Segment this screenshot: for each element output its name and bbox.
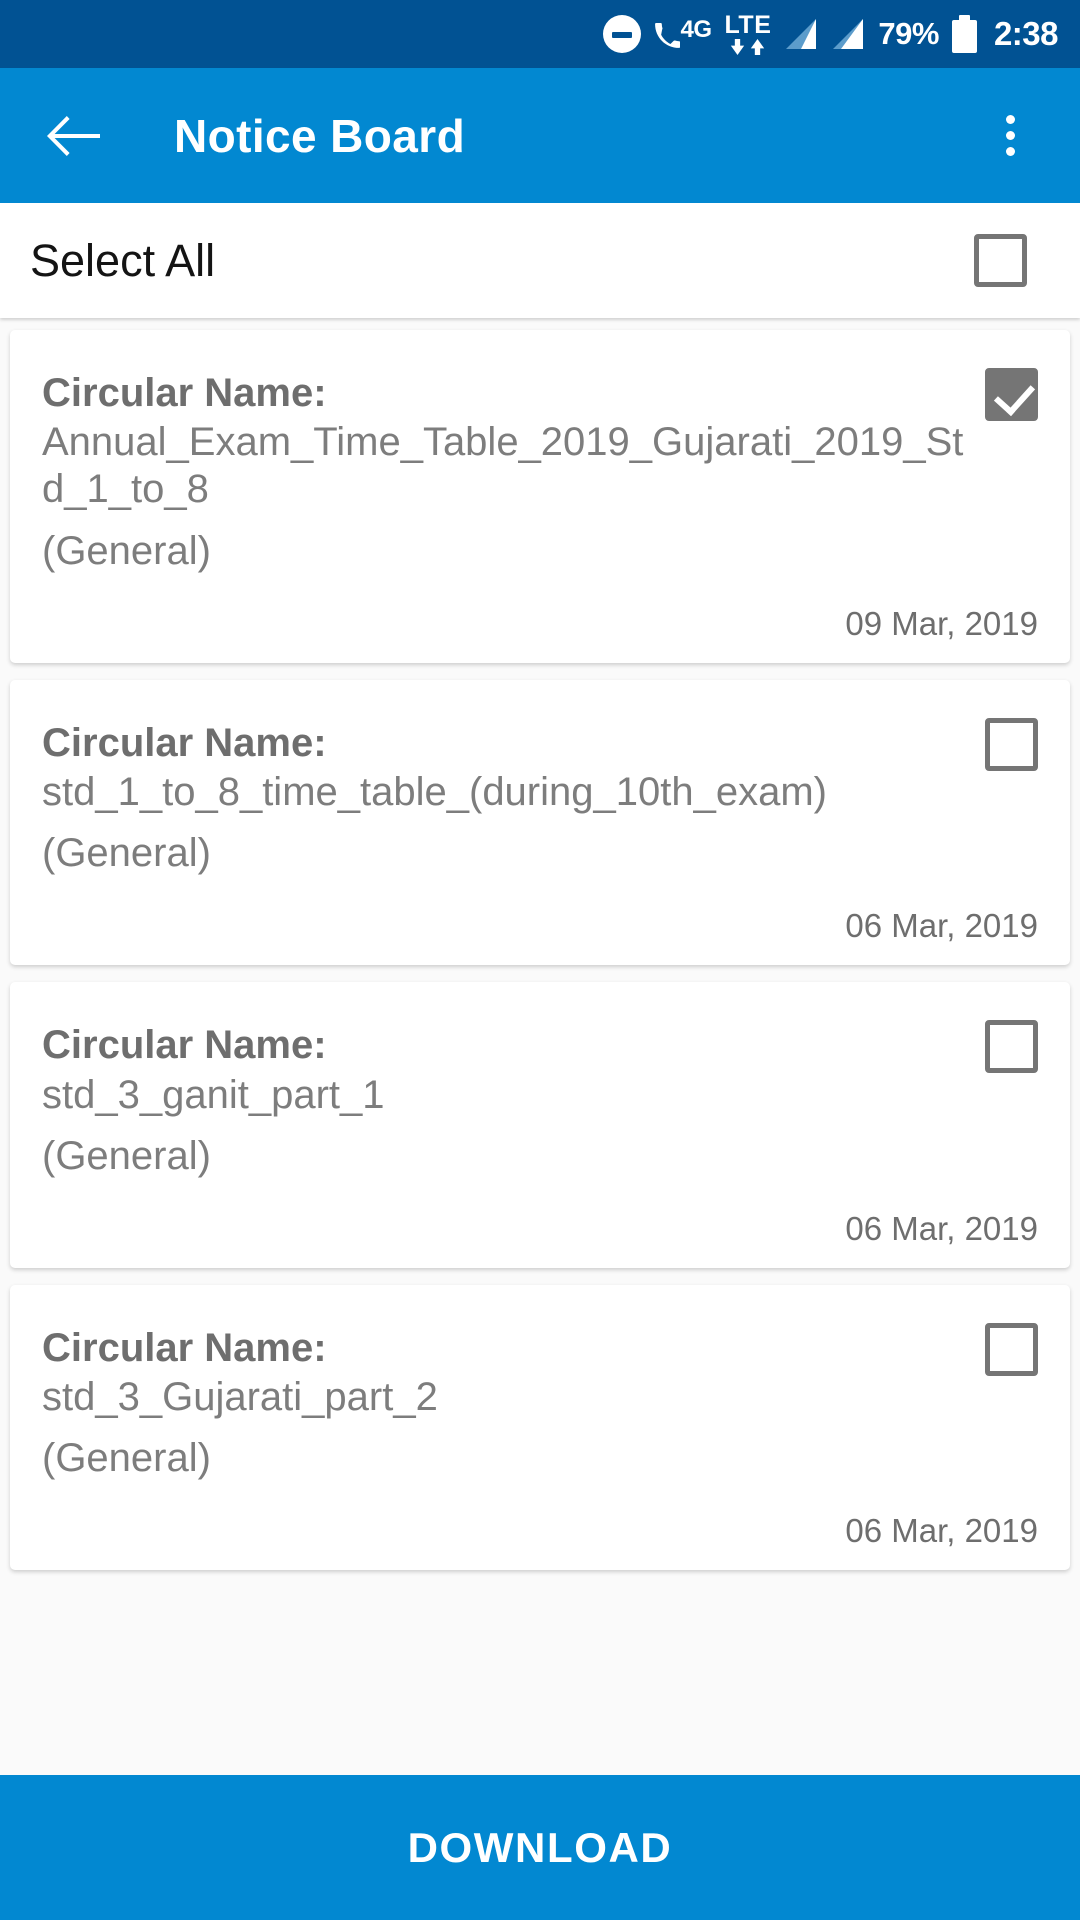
status-bar: 4G LTE 79% 2:38 — [0, 0, 1080, 68]
circular-name-label: Circular Name: — [42, 1325, 327, 1370]
circular-name-value: std_3_ganit_part_1 — [42, 1072, 385, 1117]
item-checkbox[interactable] — [985, 1322, 1038, 1376]
download-button-label: DOWNLOAD — [407, 1823, 673, 1871]
circular-name-value: std_3_Gujarati_part_2 — [42, 1375, 438, 1420]
lte-data-icon: LTE — [725, 13, 772, 55]
more-vert-icon[interactable] — [980, 101, 1040, 171]
select-all-label: Select All — [30, 234, 216, 286]
list-item[interactable]: Circular Name: std_3_Gujarati_part_2 (Ge… — [10, 1284, 1070, 1571]
page-title: Notice Board — [174, 109, 466, 162]
list-item[interactable]: Circular Name: Annual_Exam_Time_Table_20… — [10, 330, 1070, 663]
lte-label: LTE — [724, 11, 772, 39]
circular-type: (General) — [42, 831, 211, 876]
call-4g-icon: 4G — [654, 15, 713, 51]
app-bar: Notice Board — [0, 68, 1080, 203]
select-all-row[interactable]: Select All — [0, 203, 1080, 318]
circular-name-value: std_1_to_8_time_table_(during_10th_exam) — [42, 769, 827, 814]
circular-name-label: Circular Name: — [42, 1023, 327, 1068]
app-screen: 4G LTE 79% 2:38 Notice Board Select All … — [0, 0, 1080, 1920]
item-checkbox[interactable] — [985, 1020, 1038, 1074]
status-clock: 2:38 — [993, 15, 1059, 52]
item-date: 06 Mar, 2019 — [845, 1209, 1038, 1247]
signal-bars-sim1-icon — [784, 17, 818, 51]
select-all-checkbox[interactable] — [974, 234, 1027, 287]
list-item[interactable]: Circular Name: std_3_ganit_part_1 (Gener… — [10, 982, 1070, 1268]
circular-type: (General) — [42, 528, 211, 573]
notice-list: Circular Name: Annual_Exam_Time_Table_20… — [0, 318, 1080, 1775]
item-checkbox[interactable] — [985, 717, 1038, 771]
battery-icon — [951, 15, 977, 53]
list-item[interactable]: Circular Name: std_1_to_8_time_table_(du… — [10, 679, 1070, 966]
circular-type: (General) — [42, 1436, 211, 1481]
item-date: 06 Mar, 2019 — [845, 1512, 1038, 1550]
download-button[interactable]: DOWNLOAD — [0, 1775, 1080, 1920]
circular-name-value: Annual_Exam_Time_Table_2019_Gujarati_201… — [42, 420, 964, 512]
arrow-back-icon[interactable] — [44, 106, 104, 166]
do-not-disturb-icon — [602, 15, 641, 53]
item-date: 09 Mar, 2019 — [845, 604, 1038, 642]
battery-percent-label: 79% — [878, 16, 939, 51]
item-date: 06 Mar, 2019 — [845, 907, 1038, 945]
circular-name-label: Circular Name: — [42, 720, 327, 765]
item-checkbox[interactable] — [985, 368, 1038, 421]
network-type-4g: 4G — [680, 15, 713, 43]
circular-name-label: Circular Name: — [42, 371, 327, 415]
circular-type: (General) — [42, 1133, 211, 1178]
signal-bars-sim2-icon — [831, 17, 865, 51]
